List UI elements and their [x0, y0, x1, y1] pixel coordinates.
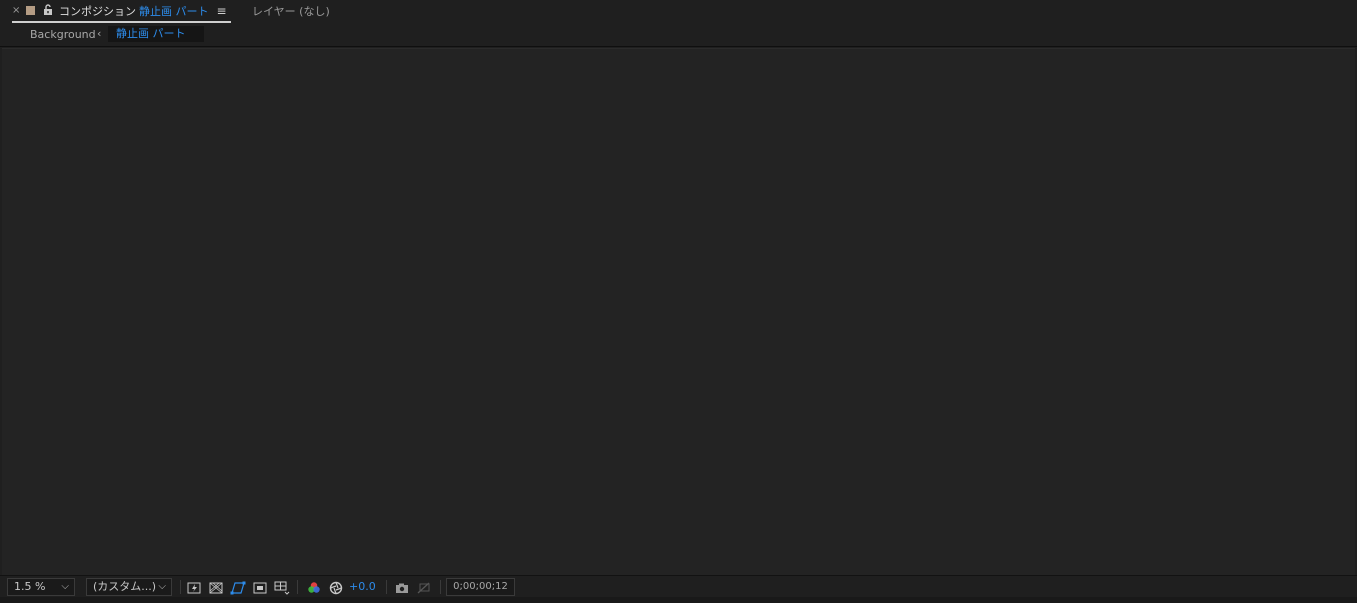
chevron-left-icon: ‹: [97, 27, 102, 40]
resolution-value: (カスタム...): [93, 580, 157, 593]
reset-exposure-icon[interactable]: [329, 580, 343, 595]
fast-preview-icon[interactable]: [187, 580, 201, 594]
breadcrumb: Background ‹ 静止画 パート: [0, 24, 1357, 47]
region-of-interest-icon[interactable]: [253, 580, 267, 594]
divider: [386, 580, 387, 594]
composition-tab[interactable]: × コンポジション 静止画 パート ≡: [12, 0, 231, 23]
panel-menu-icon[interactable]: ≡: [217, 4, 227, 18]
composition-viewer[interactable]: [2, 48, 1355, 576]
close-icon[interactable]: ×: [12, 5, 24, 16]
layer-tab[interactable]: レイヤー (なし): [252, 0, 330, 21]
chevron-down-icon: ⌵: [61, 581, 69, 592]
grid-guides-icon[interactable]: [274, 580, 290, 595]
zoom-dropdown[interactable]: 1.5 % ⌵: [7, 578, 75, 596]
current-time-display[interactable]: 0;00;00;12: [446, 578, 515, 596]
divider: [180, 580, 181, 594]
breadcrumb-current[interactable]: 静止画 パート: [108, 26, 204, 42]
divider: [297, 580, 298, 594]
transparency-grid-icon[interactable]: [209, 580, 223, 594]
show-snapshot-icon[interactable]: [417, 580, 431, 594]
mask-path-icon[interactable]: [230, 580, 246, 595]
snapshot-icon[interactable]: [395, 580, 409, 594]
resolution-dropdown[interactable]: (カスタム...) ⌵: [86, 578, 172, 596]
panel-header: × コンポジション 静止画 パート ≡ レイヤー (なし): [0, 0, 1357, 23]
divider: [440, 580, 441, 594]
composition-name: 静止画 パート: [139, 4, 209, 18]
viewer-footer: 1.5 % ⌵ (カスタム...) ⌵ +0.0 0;00;00;12: [0, 575, 1357, 598]
chevron-down-icon: ⌵: [158, 581, 166, 592]
tab-title: コンポジション: [59, 4, 136, 18]
color-channel-icon[interactable]: [307, 580, 321, 594]
breadcrumb-parent[interactable]: Background: [30, 28, 96, 41]
zoom-value: 1.5 %: [14, 580, 46, 593]
panel-bottom-edge: [0, 597, 1357, 603]
exposure-value[interactable]: +0.0: [349, 580, 376, 593]
label-color-swatch[interactable]: [26, 6, 35, 15]
lock-open-icon[interactable]: [43, 3, 53, 18]
